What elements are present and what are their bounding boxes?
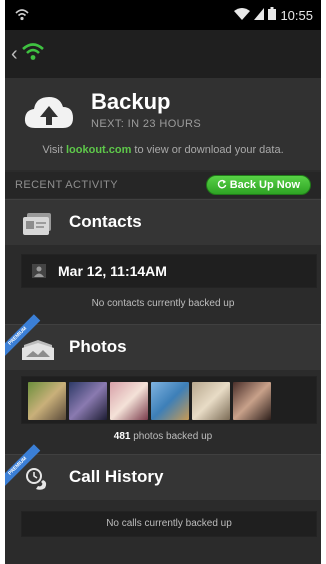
contacts-section-header[interactable]: Contacts	[5, 199, 321, 245]
back-chevron-icon[interactable]: ‹	[11, 44, 18, 64]
recent-activity-bar: RECENT ACTIVITY Back Up Now	[5, 172, 321, 198]
lookout-link[interactable]: lookout.com	[66, 144, 131, 156]
clock: 10:55	[280, 7, 313, 23]
visit-prefix: Visit	[42, 144, 66, 156]
photos-note: 481 photos backed up	[5, 431, 321, 442]
call-history-note: No calls currently backed up	[106, 518, 232, 529]
call-history-card: No calls currently backed up	[21, 511, 317, 537]
lookout-notification-icon	[13, 6, 31, 24]
refresh-icon	[217, 179, 227, 192]
photo-thumbnail[interactable]	[151, 382, 189, 420]
wifi-icon	[234, 7, 251, 23]
person-icon	[32, 264, 46, 278]
contacts-body: Mar 12, 11:14AM No contacts currently ba…	[5, 246, 321, 324]
contacts-title: Contacts	[69, 212, 142, 231]
cloud-upload-icon	[23, 92, 75, 132]
photo-thumbnail[interactable]	[28, 382, 66, 420]
photo-thumbnails-strip[interactable]	[21, 376, 317, 424]
status-icons: 10:55	[234, 7, 313, 23]
recent-activity-label: RECENT ACTIVITY	[15, 179, 118, 191]
call-history-section-header[interactable]: PREMIUM Call History	[5, 444, 321, 500]
back-up-now-button[interactable]: Back Up Now	[205, 175, 311, 195]
phone-screen: 10:55 ‹ Backup NEXT: IN 23 HOURS Visit l…	[5, 0, 321, 564]
next-backup-text: NEXT: IN 23 HOURS	[91, 118, 202, 130]
battery-icon	[268, 7, 277, 23]
photos-count: 481	[113, 431, 131, 442]
photos-body: 481 photos backed up	[5, 371, 321, 453]
call-history-body: No calls currently backed up	[5, 501, 321, 564]
signal-icon	[254, 7, 265, 23]
contacts-backup-card: Mar 12, 11:14AM	[21, 254, 317, 288]
back-up-now-label: Back Up Now	[229, 179, 300, 191]
photo-thumbnail[interactable]	[192, 382, 230, 420]
action-bar: ‹	[5, 30, 321, 78]
contacts-card-icon	[21, 211, 55, 237]
photo-thumbnail[interactable]	[233, 382, 271, 420]
photos-section-header[interactable]: PREMIUM Photos	[5, 314, 321, 370]
photo-thumbnail[interactable]	[69, 382, 107, 420]
photos-note-suffix: photos backed up	[130, 431, 213, 442]
backup-header: Backup NEXT: IN 23 HOURS Visit lookout.c…	[5, 78, 321, 170]
visit-text: Visit lookout.com to view or download yo…	[5, 144, 321, 156]
photos-stack-icon	[21, 336, 55, 362]
phone-icon	[21, 466, 55, 492]
contacts-note: No contacts currently backed up	[91, 298, 235, 309]
page-title: Backup	[91, 89, 171, 114]
lookout-logo-icon[interactable]	[21, 42, 44, 67]
visit-suffix: to view or download your data.	[131, 144, 284, 156]
contacts-last-backup: Mar 12, 11:14AM	[58, 263, 167, 279]
status-bar: 10:55	[5, 0, 321, 30]
call-history-title: Call History	[69, 467, 164, 486]
photos-title: Photos	[69, 337, 127, 356]
photo-thumbnail[interactable]	[110, 382, 148, 420]
